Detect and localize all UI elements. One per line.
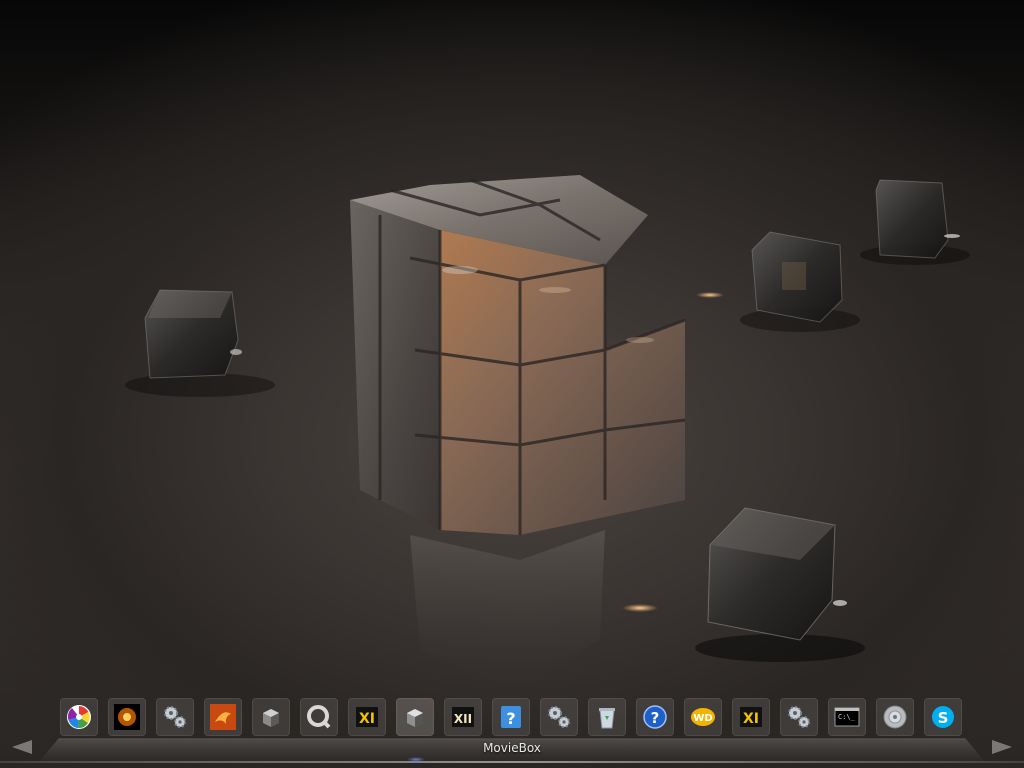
dock: XI XII ? ? WD XI C:\_ S MovieBox: [0, 692, 1024, 768]
picasa-icon: [66, 704, 92, 730]
gears-icon: [162, 704, 188, 730]
svg-text:?: ?: [651, 709, 660, 727]
svg-text:WD: WD: [693, 713, 712, 724]
orange-glow-icon: [114, 704, 140, 730]
dock-item-moviebox[interactable]: [396, 698, 434, 736]
xi-icon: XI: [738, 704, 764, 730]
help-icon: ?: [642, 704, 668, 730]
dock-item-speaker[interactable]: [876, 698, 914, 736]
dock-item-help[interactable]: ?: [636, 698, 674, 736]
dock-tooltip: MovieBox: [483, 741, 541, 755]
skype-icon: S: [930, 704, 956, 730]
dock-item-xii[interactable]: XII: [444, 698, 482, 736]
dock-item-picasa[interactable]: [60, 698, 98, 736]
dock-item-gears-2[interactable]: [540, 698, 578, 736]
scroll-left-icon[interactable]: [12, 740, 32, 754]
active-indicator: [407, 757, 425, 762]
scroll-right-icon[interactable]: [992, 740, 1012, 754]
xi-icon: XI: [354, 704, 380, 730]
moviebox-icon: [402, 704, 428, 730]
wd-icon: WD: [690, 704, 716, 730]
svg-text:XI: XI: [743, 711, 759, 727]
dock-item-gears-1[interactable]: [156, 698, 194, 736]
dock-item-quicktime[interactable]: [300, 698, 338, 736]
desktop: XI XII ? ? WD XI C:\_ S MovieBox: [0, 0, 1024, 768]
dock-item-skype[interactable]: S: [924, 698, 962, 736]
svg-text:S: S: [938, 709, 949, 727]
dock-item-glow[interactable]: [108, 698, 146, 736]
terminal-icon: C:\_: [834, 704, 860, 730]
dock-item-help-doc[interactable]: ?: [492, 698, 530, 736]
help-doc-icon: ?: [498, 704, 524, 730]
dock-item-wd[interactable]: WD: [684, 698, 722, 736]
recycle-bin-icon: [594, 704, 620, 730]
dock-item-box[interactable]: [252, 698, 290, 736]
svg-text:?: ?: [506, 709, 515, 728]
gears-icon: [546, 704, 572, 730]
dock-baseline: [0, 761, 1024, 763]
dock-item-xi-1[interactable]: XI: [348, 698, 386, 736]
dock-item-xi-2[interactable]: XI: [732, 698, 770, 736]
gears-icon: [786, 704, 812, 730]
dock-item-recycle-bin[interactable]: [588, 698, 626, 736]
dock-item-firebird[interactable]: [204, 698, 242, 736]
fire-bird-icon: [210, 704, 236, 730]
quicktime-icon: [306, 704, 332, 730]
dock-item-terminal[interactable]: C:\_: [828, 698, 866, 736]
svg-text:XI: XI: [359, 711, 375, 727]
dock-item-gears-3[interactable]: [780, 698, 818, 736]
box-icon: [258, 704, 284, 730]
svg-text:XII: XII: [454, 712, 472, 726]
wallpaper-cubes: [125, 175, 970, 690]
svg-text:C:\_: C:\_: [838, 713, 856, 721]
speaker-icon: [882, 704, 908, 730]
xii-icon: XII: [450, 704, 476, 730]
